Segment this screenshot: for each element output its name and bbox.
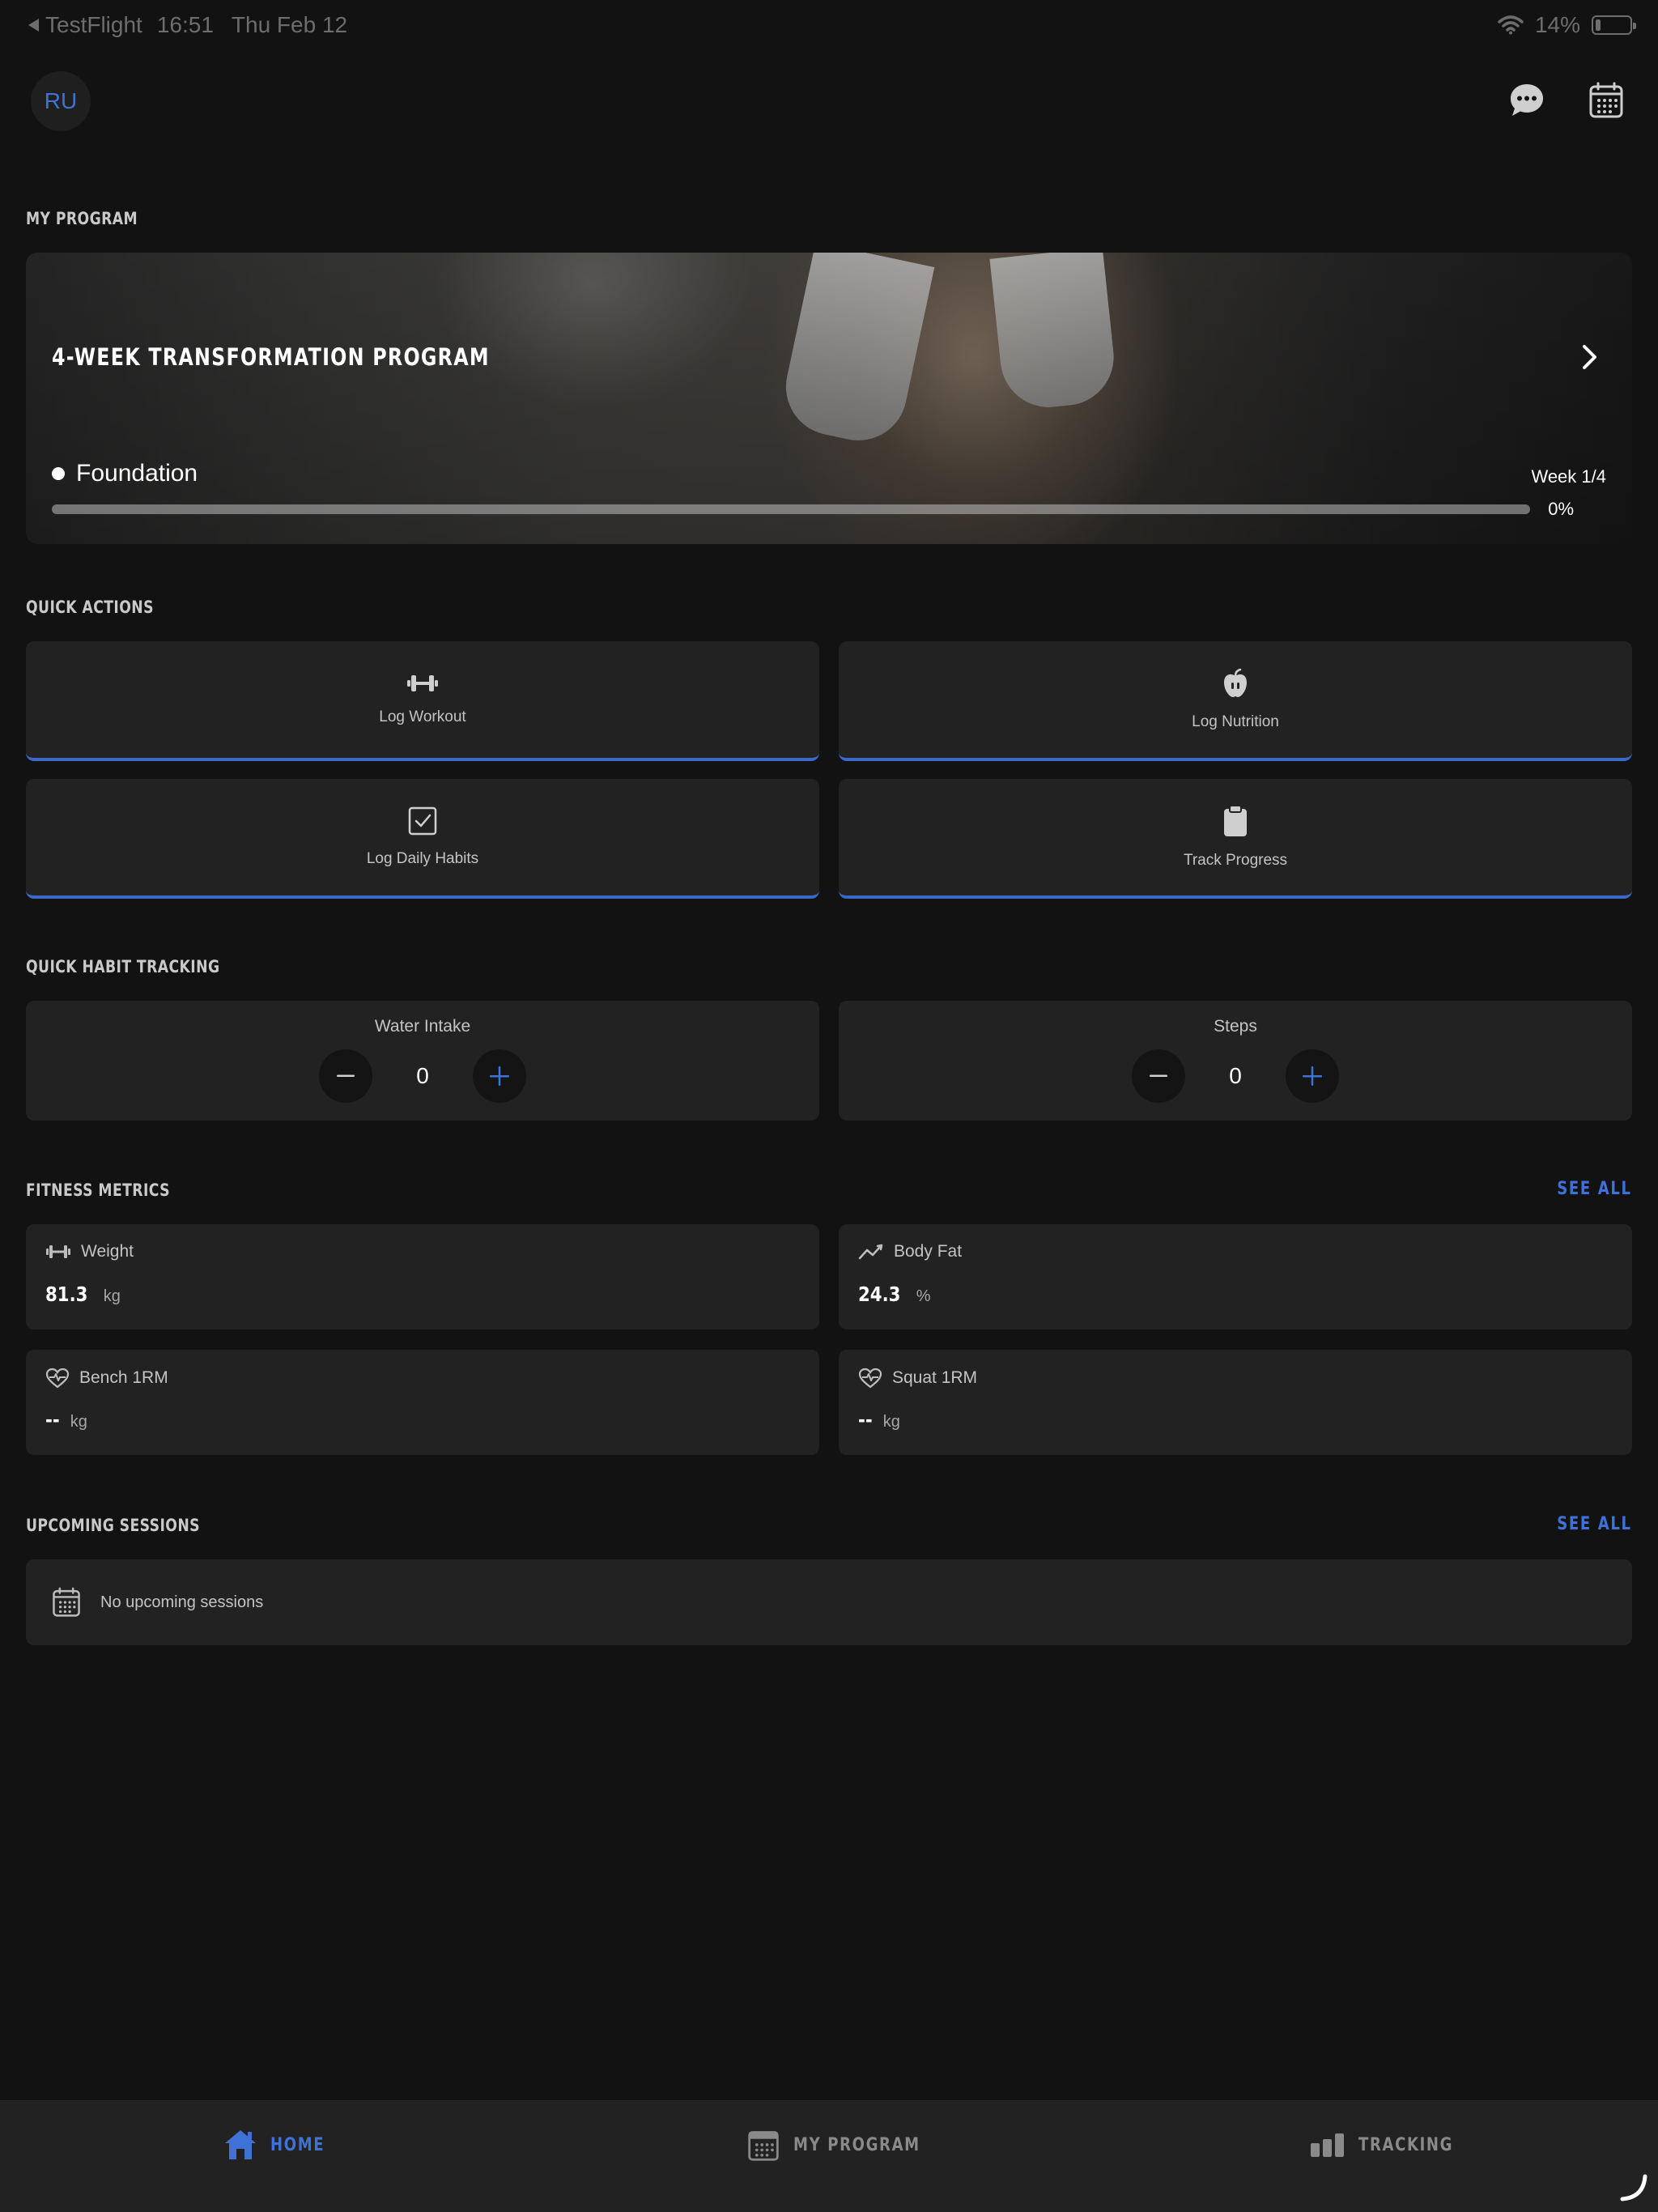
- plus-icon: [1303, 1066, 1322, 1086]
- chat-button[interactable]: [1504, 78, 1550, 123]
- tab-home[interactable]: HOME: [223, 2125, 337, 2164]
- back-app-label: TestFlight: [45, 12, 142, 37]
- trend-line-icon: [858, 1244, 883, 1260]
- metric-card-weight[interactable]: Weight 81.3 kg: [26, 1224, 819, 1329]
- dumbbell-icon: [407, 675, 438, 691]
- avatar-initials: RU: [44, 88, 78, 113]
- bar-chart-icon: [1311, 2133, 1344, 2157]
- avatar[interactable]: RU: [31, 71, 91, 131]
- metric-unit: kg: [70, 1413, 87, 1431]
- increment-button[interactable]: [1286, 1049, 1339, 1103]
- habit-value: 0: [1229, 1063, 1242, 1088]
- section-title-quick-habit-tracking: QUICK HABIT TRACKING: [26, 957, 220, 976]
- program-phase: Foundation: [52, 460, 198, 487]
- corner-swipe-indicator-icon: [1620, 2174, 1647, 2201]
- metric-unit: kg: [882, 1413, 900, 1431]
- track-progress-label: Track Progress: [1183, 852, 1288, 869]
- fitness-metrics-see-all-link[interactable]: SEE ALL: [1558, 1179, 1632, 1199]
- tab-my-program[interactable]: MY PROGRAM: [746, 2125, 948, 2164]
- minus-icon: [1150, 1074, 1167, 1077]
- program-progress-bar: [52, 504, 1530, 514]
- home-icon: [225, 2130, 256, 2159]
- metric-value: --: [45, 1408, 60, 1431]
- tab-home-label: HOME: [270, 2134, 325, 2155]
- phase-dot-icon: [52, 467, 65, 480]
- checkbox-icon: [408, 806, 437, 836]
- program-week: Week 1/4: [1531, 466, 1606, 487]
- metric-value: 24.3: [858, 1283, 901, 1306]
- log-workout-button[interactable]: Log Workout: [26, 641, 819, 761]
- heart-pulse-icon: [858, 1368, 882, 1389]
- metric-unit: kg: [103, 1287, 121, 1305]
- sessions-empty-text: No upcoming sessions: [100, 1593, 264, 1611]
- metric-label: Weight: [81, 1242, 134, 1261]
- habit-title: Water Intake: [374, 1017, 471, 1036]
- section-title-fitness-metrics: FITNESS METRICS: [26, 1180, 170, 1200]
- steps-stepper: 0: [1132, 1049, 1339, 1103]
- battery-percent: 14%: [1534, 12, 1580, 37]
- metric-value: --: [858, 1408, 873, 1431]
- status-date: Thu Feb 12: [231, 12, 348, 37]
- back-triangle-icon: [28, 19, 39, 32]
- decrement-button[interactable]: [1132, 1049, 1185, 1103]
- section-title-my-program: MY PROGRAM: [26, 209, 138, 228]
- log-workout-label: Log Workout: [379, 708, 466, 725]
- tab-tracking-label: TRACKING: [1358, 2134, 1454, 2155]
- log-nutrition-label: Log Nutrition: [1192, 713, 1279, 730]
- status-bar: TestFlight 16:51 Thu Feb 12 14%: [0, 0, 1658, 50]
- upcoming-sessions-see-all-link[interactable]: SEE ALL: [1558, 1514, 1632, 1534]
- increment-button[interactable]: [473, 1049, 526, 1103]
- heart-pulse-icon: [45, 1368, 70, 1389]
- section-title-upcoming-sessions: UPCOMING SESSIONS: [26, 1516, 200, 1535]
- bottom-tab-bar: HOME MY PROGRAM TRACKING: [0, 2100, 1658, 2212]
- phase-label: Foundation: [76, 460, 198, 487]
- log-daily-habits-label: Log Daily Habits: [366, 850, 479, 867]
- water-intake-stepper: 0: [319, 1049, 526, 1103]
- track-progress-button[interactable]: Track Progress: [839, 779, 1632, 899]
- wifi-icon: [1498, 15, 1524, 35]
- metric-card-body-fat[interactable]: Body Fat 24.3 %: [839, 1224, 1632, 1329]
- log-daily-habits-button[interactable]: Log Daily Habits: [26, 779, 819, 899]
- sessions-empty-card: No upcoming sessions: [26, 1559, 1632, 1645]
- minus-icon: [337, 1074, 355, 1077]
- metric-unit: %: [916, 1287, 931, 1305]
- tab-my-program-label: MY PROGRAM: [793, 2134, 920, 2155]
- habit-value: 0: [416, 1063, 429, 1088]
- tab-tracking[interactable]: TRACKING: [1310, 2125, 1474, 2164]
- calendar-button[interactable]: [1584, 78, 1629, 123]
- metric-card-squat-1rm[interactable]: Squat 1RM -- kg: [839, 1350, 1632, 1455]
- battery-icon: [1592, 15, 1636, 35]
- decrement-button[interactable]: [319, 1049, 372, 1103]
- chat-bubble-icon: [1511, 84, 1543, 116]
- metric-label: Body Fat: [894, 1242, 963, 1261]
- section-title-quick-actions: QUICK ACTIONS: [26, 598, 154, 617]
- habit-title: Steps: [1214, 1017, 1257, 1036]
- metric-label: Squat 1RM: [892, 1368, 978, 1387]
- calendar-icon: [1589, 82, 1623, 118]
- calendar-icon: [53, 1587, 80, 1617]
- program-progress-percent: 0%: [1548, 499, 1574, 519]
- plus-icon: [490, 1066, 509, 1086]
- calendar-icon: [748, 2131, 779, 2161]
- metric-card-bench-1rm[interactable]: Bench 1RM -- kg: [26, 1350, 819, 1455]
- habit-card-steps: Steps 0: [839, 1001, 1632, 1121]
- chevron-right-icon[interactable]: [1580, 343, 1600, 375]
- habit-card-water-intake: Water Intake 0: [26, 1001, 819, 1121]
- apple-icon: [1224, 668, 1247, 697]
- program-card[interactable]: 4-WEEK TRANSFORMATION PROGRAM Foundation…: [26, 253, 1632, 544]
- metric-value: 81.3: [45, 1283, 88, 1306]
- metric-label: Bench 1RM: [79, 1368, 168, 1387]
- back-to-app-button[interactable]: TestFlight: [26, 12, 142, 38]
- status-time: 16:51: [156, 12, 214, 37]
- clipboard-icon: [1224, 805, 1247, 836]
- dumbbell-icon: [46, 1245, 70, 1258]
- program-title: 4-WEEK TRANSFORMATION PROGRAM: [52, 343, 490, 371]
- log-nutrition-button[interactable]: Log Nutrition: [839, 641, 1632, 761]
